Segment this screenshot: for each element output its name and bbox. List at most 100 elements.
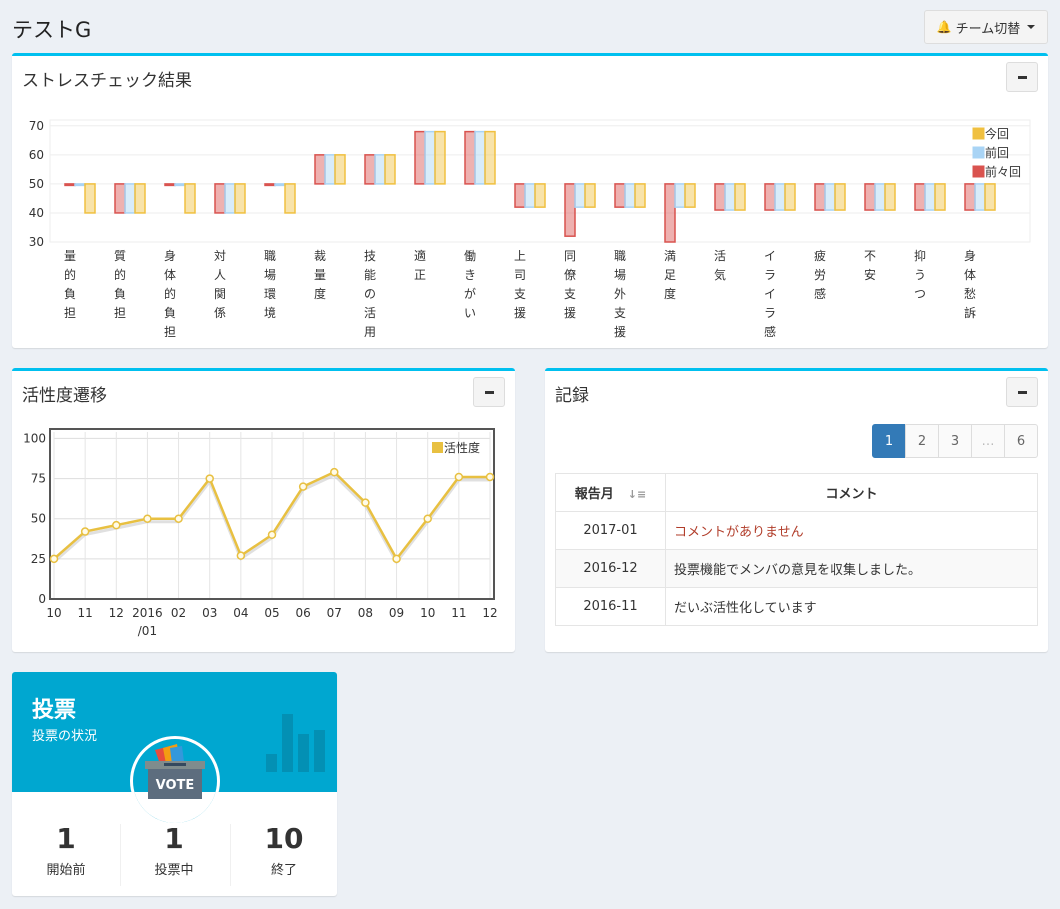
y-tick-label: 30: [29, 235, 44, 249]
x-category-label: 司: [514, 268, 526, 282]
x-category-label: 能: [364, 268, 376, 282]
y-tick-label: 60: [29, 148, 44, 162]
x-category-label: 満: [664, 249, 676, 263]
x-category-label: 境: [264, 305, 276, 320]
bar-前々回: [964, 183, 976, 211]
bar-前々回: [864, 183, 876, 211]
x-category-label: 関: [214, 287, 226, 301]
x-category-label: 体: [964, 268, 976, 282]
vote-card[interactable]: 投票 投票の状況 VOTE 1 開始前 1 投票中 10 終了: [12, 672, 337, 896]
y-tick-label: 75: [31, 472, 46, 486]
page-ellipsis: …: [971, 424, 1005, 458]
x-category-label: 係: [214, 306, 226, 320]
bar-前回: [374, 154, 386, 185]
bar-今回: [134, 183, 146, 214]
x-category-label: ラ: [764, 306, 776, 320]
legend-swatch: [432, 442, 443, 453]
bar-今回: [834, 183, 846, 211]
data-point: [80, 527, 90, 536]
record-collapse-button[interactable]: [1006, 377, 1038, 407]
x-category-label: 的: [64, 267, 76, 282]
x-category-label: 適: [414, 248, 426, 263]
x-tick-label: 12: [109, 606, 124, 620]
x-tick-label: 2016: [132, 606, 163, 620]
x-tick-label: /01: [138, 624, 157, 638]
stress-check-panel: ストレスチェック結果 70 60 50 40 30 量的負担質的負担身体的負担対人関係職場…: [12, 53, 1048, 348]
stress-bar-chart: 7060504030量的負担質的負担身体的負担対人関係職場環境裁量度技能の活用適…: [29, 119, 1031, 339]
x-category-label: 活: [714, 249, 726, 263]
bar-前々回: [764, 183, 776, 211]
record-panel: 記録 1 2 3 … 6 報告月 ↓≡ コメント 2017-01 コメントがありま…: [545, 368, 1048, 652]
bar-前回: [824, 183, 836, 211]
x-tick-label: 11: [78, 606, 93, 620]
page-6[interactable]: 6: [1004, 424, 1038, 458]
data-point: [205, 474, 214, 483]
row-comment: コメントがありません: [665, 511, 1038, 550]
legend-swatch: [972, 127, 985, 140]
x-category-label: 働: [464, 249, 476, 263]
data-point: [112, 520, 121, 530]
x-category-label: 愁: [964, 287, 976, 301]
row-month: 2017-01: [555, 511, 666, 550]
x-category-label: 訴: [964, 305, 976, 320]
data-point: [454, 472, 464, 482]
legend-label: 前々回: [985, 164, 1021, 179]
x-category-label: 度: [664, 286, 676, 301]
data-point: [298, 482, 308, 491]
y-tick-label: 0: [38, 592, 46, 606]
bar-前回: [774, 183, 786, 211]
data-point: [361, 498, 370, 507]
row-month: 2016-12: [555, 549, 666, 588]
x-category-label: 的: [164, 286, 176, 301]
x-category-label: 場: [614, 268, 626, 282]
bar-今回: [284, 183, 296, 214]
x-category-label: 負: [114, 287, 126, 301]
page-2[interactable]: 2: [905, 424, 939, 458]
y-tick-label: 50: [29, 177, 44, 191]
team-switch-button[interactable]: 🔔 チーム切替: [924, 10, 1048, 44]
x-category-label: 活: [364, 306, 376, 320]
vote-title: 投票: [32, 698, 77, 723]
x-category-label: 裁: [314, 249, 326, 263]
x-category-label: 外: [614, 287, 626, 301]
data-point: [174, 514, 183, 523]
data-point: [485, 472, 495, 482]
page-1[interactable]: 1: [872, 424, 906, 458]
bar-前々回: [664, 183, 676, 243]
bar-前々回: [514, 183, 526, 208]
data-point: [330, 467, 339, 477]
x-category-label: 援: [614, 325, 626, 339]
x-category-label: 不: [864, 249, 876, 263]
stat-ended-count: 10: [264, 822, 304, 855]
x-category-label: 量: [64, 249, 76, 263]
row-comment: だいぶ活性化しています: [665, 587, 1038, 626]
x-category-label: い: [464, 306, 476, 320]
x-category-label: が: [464, 286, 476, 301]
bar-前々回: [914, 183, 926, 211]
sort-desc-icon[interactable]: ↓≡: [628, 488, 646, 501]
x-category-label: 担: [164, 325, 176, 339]
data-point: [143, 514, 152, 523]
x-category-label: 職: [264, 249, 276, 263]
x-tick-label: 11: [451, 606, 466, 620]
x-tick-label: 06: [296, 606, 311, 620]
data-point: [392, 554, 401, 564]
column-month[interactable]: 報告月 ↓≡: [555, 473, 666, 512]
x-tick-label: 10: [420, 606, 435, 620]
bar-前回: [274, 183, 286, 187]
x-category-label: 負: [64, 287, 76, 301]
x-category-label: 職: [614, 249, 626, 263]
bar-前々回: [364, 154, 376, 185]
stat-voting-label: 投票中: [154, 863, 194, 878]
bar-前回: [874, 183, 886, 211]
x-category-label: 担: [114, 306, 126, 320]
x-tick-label: 02: [171, 606, 186, 620]
x-category-label: 疲: [814, 248, 826, 263]
x-category-label: 支: [564, 287, 576, 301]
bar-前回: [474, 130, 486, 185]
x-category-label: 用: [364, 325, 376, 339]
x-tick-label: 12: [482, 606, 497, 620]
page-3[interactable]: 3: [938, 424, 972, 458]
table-row: 2017-01 コメントがありません: [555, 511, 1038, 550]
legend-label: 今回: [985, 126, 1009, 141]
